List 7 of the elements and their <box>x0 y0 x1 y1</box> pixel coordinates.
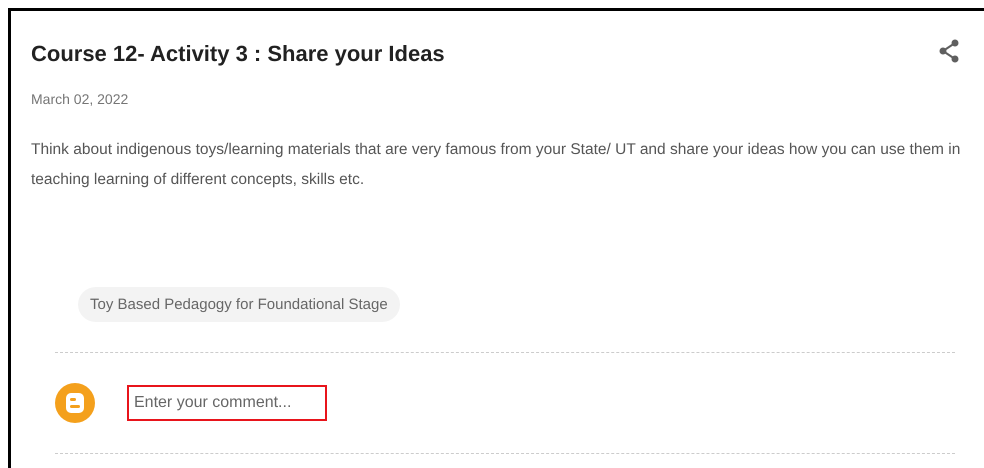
post-title: Course 12- Activity 3 : Share your Ideas <box>31 41 445 67</box>
label-chip[interactable]: Toy Based Pedagogy for Foundational Stage <box>78 287 400 322</box>
share-icon[interactable] <box>938 39 960 63</box>
post-date: March 02, 2022 <box>31 91 130 107</box>
post-body: Think about indigenous toys/learning materials that are very famous from your State/ UT and share your ideas how you can use them in teaching learning of different concepts, skills etc. <box>31 140 961 190</box>
comment-field[interactable]: Enter your comment... <box>127 385 327 421</box>
blogger-icon <box>55 383 95 423</box>
